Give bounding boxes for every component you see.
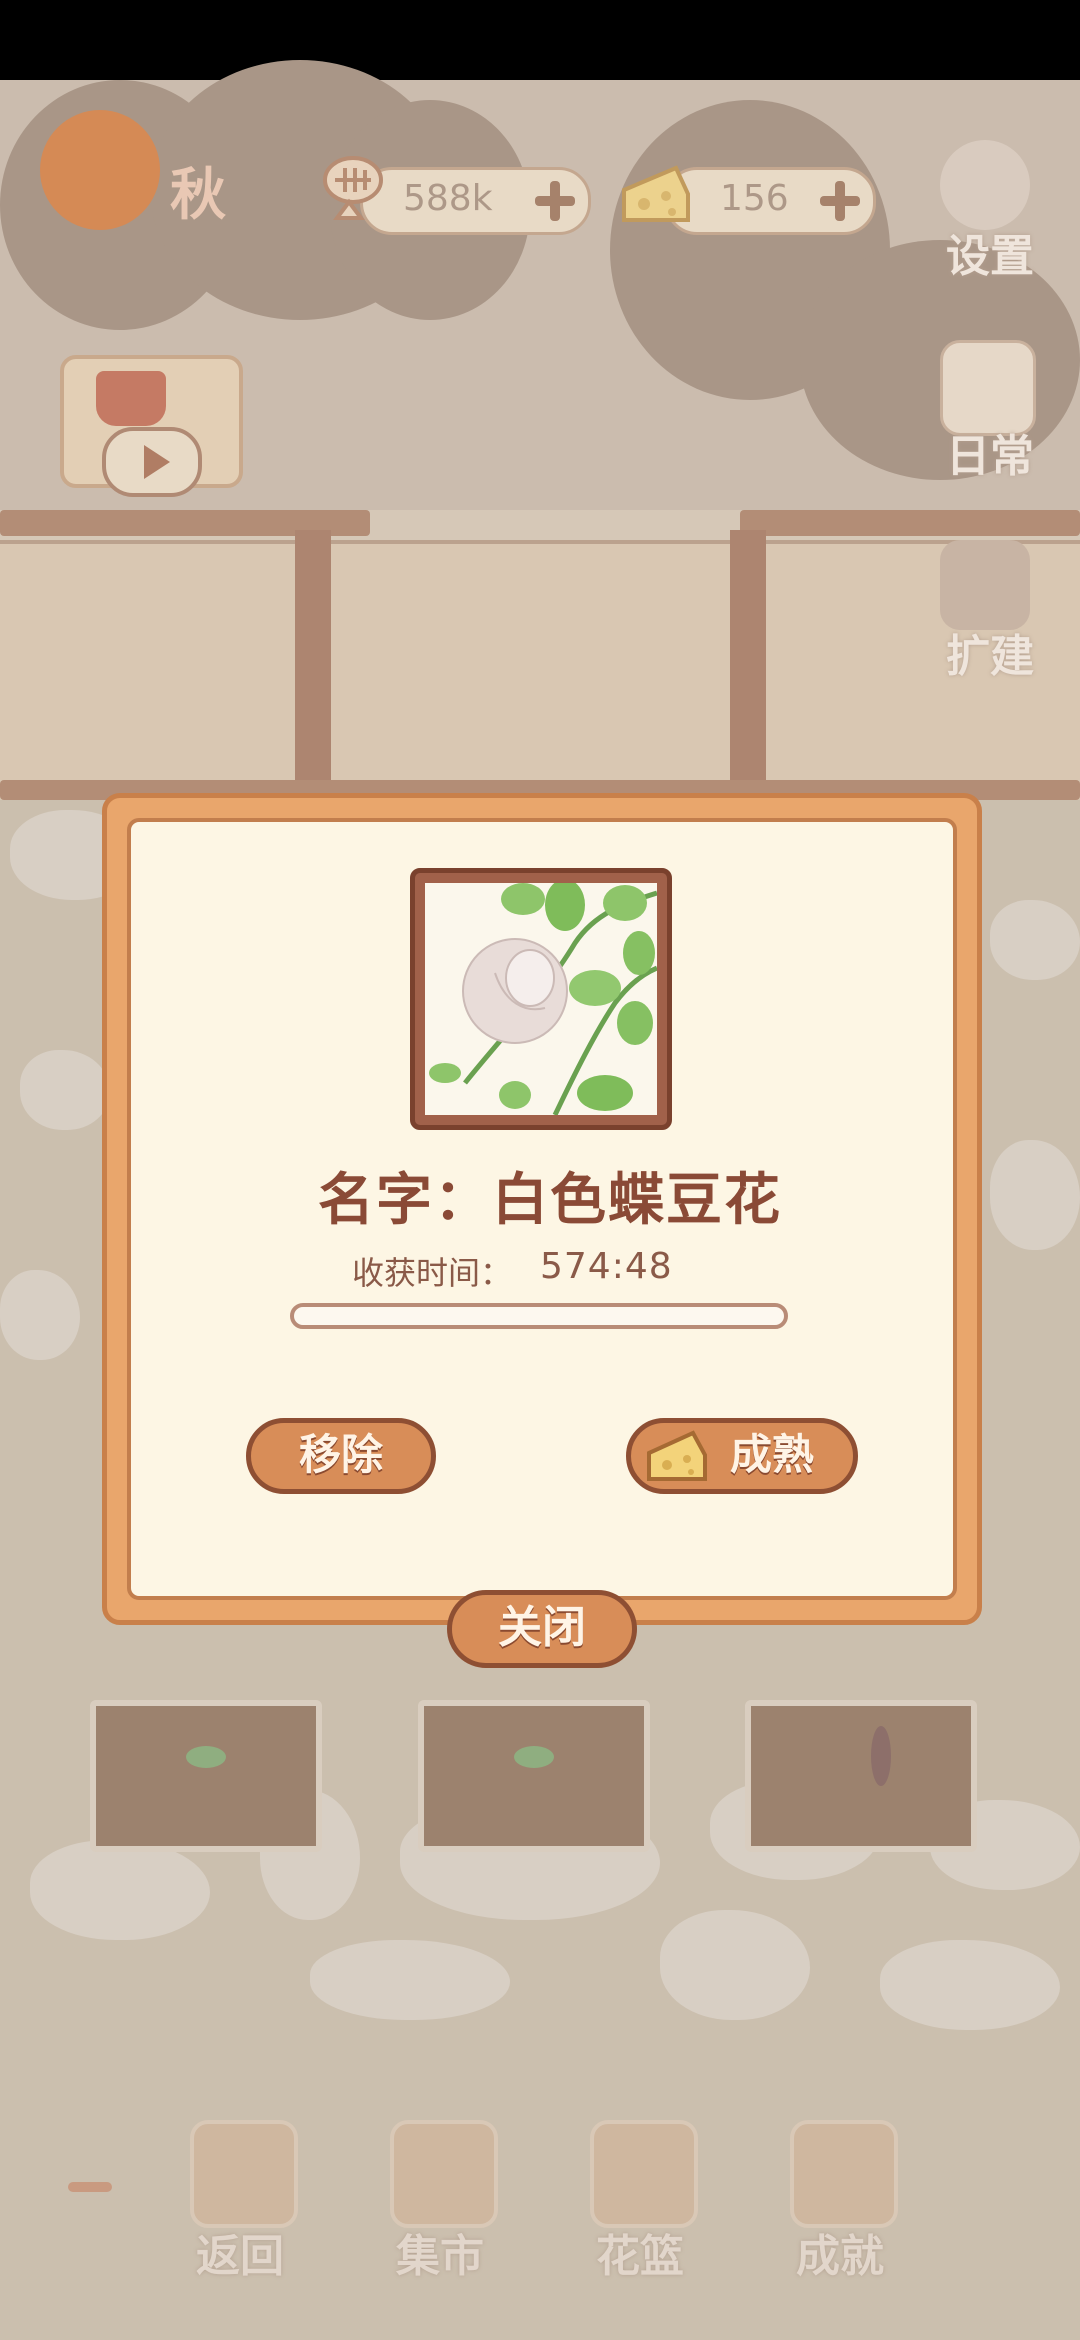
harvest-time-label: 收获时间：: [352, 1254, 513, 1292]
remove-button[interactable]: 移除: [246, 1418, 436, 1494]
fence-post: [730, 530, 766, 790]
add-cheese-plus-icon[interactable]: [816, 177, 864, 225]
door-icon: [190, 2120, 298, 2228]
nav-back[interactable]: 返回: [175, 2120, 305, 2282]
floor-stone: [0, 1270, 80, 1360]
floor-stone: [310, 1940, 510, 2020]
trophy-icon: [790, 2120, 898, 2228]
fence-post: [295, 530, 331, 790]
nav-back-label: 返回: [196, 2231, 284, 2282]
cheese-icon: [647, 1430, 707, 1481]
nav-basket-label: 花篮: [596, 2231, 684, 2282]
flower-name-value: 白色蝶豆花: [492, 1168, 782, 1233]
basket-icon: [590, 2120, 698, 2228]
play-icon: [102, 427, 202, 497]
name-prefix: 名字：: [318, 1168, 492, 1233]
cheese-counter[interactable]: 156: [665, 167, 876, 235]
growth-progress-bar: [290, 1303, 788, 1329]
nav-market[interactable]: 集市: [375, 2120, 505, 2282]
daily-label: 日常: [946, 431, 1034, 482]
season-label: 秋: [170, 163, 226, 228]
tree-icon: [40, 110, 160, 230]
flower-name: 名字：白色蝶豆花: [250, 1155, 850, 1236]
harvest-time-value: 574:48: [540, 1246, 673, 1287]
watering-can-icon: [96, 371, 166, 426]
settings-label: 设置: [946, 231, 1034, 282]
sprout-icon: [186, 1746, 226, 1768]
garden-plot[interactable]: [90, 1700, 322, 1852]
floor-stone: [660, 1910, 810, 2020]
add-fish-plus-icon[interactable]: [531, 177, 579, 225]
cheese-icon: [622, 165, 690, 222]
floor-stone: [990, 900, 1080, 980]
nav-achievement-label: 成就: [796, 2231, 884, 2282]
expand-label: 扩建: [946, 631, 1034, 682]
garden-plot[interactable]: [418, 1700, 650, 1852]
fish-bone-icon: [323, 156, 383, 220]
butterfly-pea-flower-icon: [429, 883, 657, 1115]
fish-counter[interactable]: 588k: [360, 167, 591, 235]
ripen-label: 成熟: [729, 1430, 814, 1479]
gear-icon: [940, 140, 1030, 230]
bottom-nav: 返回 集市 花篮 成就: [0, 2120, 1080, 2300]
floor-stone: [880, 1940, 1060, 2030]
fence-wall: [0, 540, 1080, 804]
watch-video-button[interactable]: [60, 355, 243, 497]
garden-plot[interactable]: [745, 1700, 977, 1852]
sprout-icon: [514, 1746, 554, 1768]
cheese-amount: 156: [720, 178, 789, 219]
flower-illustration: [425, 883, 657, 1115]
sprout-icon: [871, 1726, 891, 1786]
fence-rail: [740, 510, 1080, 536]
floor-stone: [20, 1050, 110, 1130]
nav-market-label: 集市: [396, 2231, 484, 2282]
ripen-button[interactable]: 成熟: [626, 1418, 858, 1494]
nav-achievement[interactable]: 成就: [775, 2120, 905, 2282]
hammer-icon: [940, 540, 1030, 630]
status-bar: [0, 0, 1080, 80]
floor-stone: [30, 1840, 210, 1940]
close-button[interactable]: 关闭: [447, 1590, 637, 1668]
season-badge[interactable]: 秋: [40, 110, 270, 230]
fish-amount: 588k: [403, 178, 493, 219]
market-stall-icon: [390, 2120, 498, 2228]
flower-portrait-frame: [410, 868, 672, 1130]
floor-stone: [990, 1140, 1080, 1250]
nav-basket[interactable]: 花篮: [575, 2120, 705, 2282]
